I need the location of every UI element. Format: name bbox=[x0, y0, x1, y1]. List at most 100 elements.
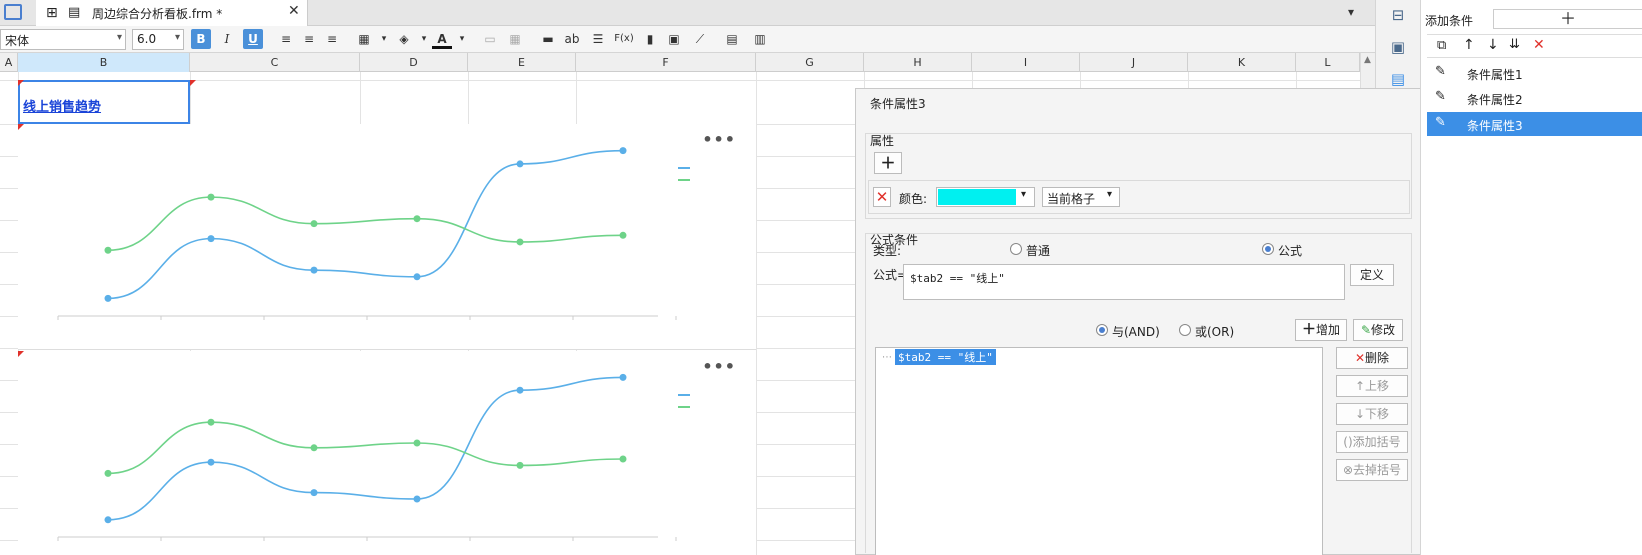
copy-icon[interactable]: ⧉ bbox=[1437, 38, 1446, 53]
paragraph-icon[interactable]: ☰ bbox=[588, 29, 608, 49]
move-bottom-icon[interactable]: ⇊ bbox=[1509, 37, 1520, 52]
font-name-select[interactable]: 宋体 ▾ bbox=[0, 29, 126, 50]
modify-label: 修改 bbox=[1371, 323, 1396, 337]
condition-item-2[interactable]: ✎ 条件属性2 bbox=[1427, 86, 1642, 110]
move-up-label: 上移 bbox=[1365, 379, 1390, 393]
align-center-icon[interactable]: ≡ bbox=[299, 29, 319, 49]
column-header-d[interactable]: D bbox=[360, 53, 468, 72]
data-point-s2-3 bbox=[310, 220, 318, 228]
format-toolbar: 宋体 ▾ 6.0 ▾ B I U ≡ ≡ ≡ ▦ ▾ ◈ ▾ A ▾ ▭ ▦ ▬… bbox=[0, 26, 1375, 53]
chevron-down-icon[interactable]: ▾ bbox=[414, 29, 434, 49]
column-header-a[interactable]: A bbox=[0, 53, 18, 72]
scope-value: 当前格子 bbox=[1047, 192, 1096, 206]
scope-select[interactable]: 当前格子 ▾ bbox=[1042, 187, 1120, 207]
type-normal-radio[interactable] bbox=[1010, 243, 1022, 255]
column-header-g[interactable]: G bbox=[756, 53, 864, 72]
column-header-h[interactable]: H bbox=[864, 53, 972, 72]
tree-line-icon: ⋯ bbox=[882, 352, 892, 363]
chevron-down-icon[interactable]: ▾ bbox=[374, 29, 394, 49]
formula-tool-button[interactable]: F(x) bbox=[612, 29, 636, 49]
insert-row-icon[interactable]: ▬ bbox=[538, 29, 558, 49]
app-menu-icon[interactable] bbox=[4, 4, 22, 20]
column-header-j[interactable]: J bbox=[1080, 53, 1188, 72]
chart-2[interactable]: ••• bbox=[18, 351, 756, 555]
font-size-select[interactable]: 6.0 ▾ bbox=[132, 29, 184, 50]
chart-1-plot bbox=[57, 147, 690, 320]
type-formula-radio[interactable] bbox=[1262, 243, 1274, 255]
column-header-e[interactable]: E bbox=[468, 53, 576, 72]
add-attribute-button[interactable]: ＋ bbox=[874, 152, 902, 174]
column-header-k[interactable]: K bbox=[1188, 53, 1296, 72]
column-header-c[interactable]: C bbox=[190, 53, 360, 72]
designer-window: ⊞ ▤ 周边综合分析看板.frm * ✕ ▾ 宋体 ▾ 6.0 ▾ B I U … bbox=[0, 0, 1642, 555]
edit-pen-icon: ✎ bbox=[1435, 89, 1446, 104]
arrow-up-icon[interactable]: ↑ bbox=[1463, 37, 1475, 53]
form-icon[interactable]: ▥ bbox=[750, 29, 770, 49]
sub-report-icon[interactable]: ▤ bbox=[722, 29, 742, 49]
chart-1[interactable]: ••• bbox=[18, 124, 756, 350]
align-right-icon[interactable]: ≡ bbox=[322, 29, 342, 49]
fill-color-icon[interactable]: ◈ bbox=[394, 29, 414, 49]
tab-document[interactable]: ⊞ ▤ 周边综合分析看板.frm * ✕ bbox=[36, 0, 308, 26]
chart-more-icon[interactable]: ••• bbox=[702, 130, 736, 149]
column-header-i[interactable]: I bbox=[972, 53, 1080, 72]
data-point-s2-2 bbox=[207, 418, 215, 426]
cell-attr-icon[interactable]: ▣ bbox=[1388, 38, 1408, 58]
tab-menu-icon[interactable]: ▾ bbox=[1348, 5, 1354, 19]
or-label: 或(OR) bbox=[1195, 325, 1235, 339]
data-point-s1-2 bbox=[207, 235, 215, 243]
column-header-l[interactable]: L bbox=[1296, 53, 1360, 72]
condition-item-1[interactable]: ✎ 条件属性1 bbox=[1427, 61, 1642, 85]
color-picker[interactable]: ▾ bbox=[936, 187, 1035, 207]
italic-button[interactable]: I bbox=[217, 29, 237, 49]
align-left-icon[interactable]: ≡ bbox=[276, 29, 296, 49]
delete-icon[interactable]: ✕ bbox=[1533, 37, 1545, 53]
border-icon[interactable]: ▦ bbox=[354, 29, 374, 49]
font-color-icon[interactable]: A bbox=[432, 29, 452, 49]
chevron-down-icon: ▾ bbox=[174, 32, 180, 43]
condition-list-item[interactable]: $tab2 == "线上" bbox=[895, 349, 996, 365]
close-tab-icon[interactable]: ✕ bbox=[288, 3, 300, 19]
add-condition-button[interactable]: ＋增加 bbox=[1295, 319, 1347, 341]
condition-list[interactable]: ⋯ $tab2 == "线上" bbox=[875, 347, 1323, 555]
remove-bracket-button[interactable]: ⊗去掉括号 bbox=[1336, 459, 1408, 481]
move-down-button[interactable]: ↓下移 bbox=[1336, 403, 1408, 425]
text-tool-button[interactable]: ab bbox=[562, 29, 582, 49]
data-point-s2-1 bbox=[104, 246, 112, 254]
delete-button[interactable]: ✕删除 bbox=[1336, 347, 1408, 369]
image-icon[interactable]: ▣ bbox=[664, 29, 684, 49]
add-bracket-button[interactable]: ()添加括号 bbox=[1336, 431, 1408, 453]
unmerge-cells-icon[interactable]: ▦ bbox=[505, 29, 525, 49]
formula-label: 公式= bbox=[873, 268, 908, 282]
slash-icon[interactable]: ⟋ bbox=[690, 29, 710, 49]
condition-item-3[interactable]: ✎ 条件属性3 bbox=[1427, 112, 1642, 136]
condition-attr-icon[interactable]: ▤ bbox=[1388, 70, 1408, 90]
add-condition-plus-button[interactable]: ＋ bbox=[1493, 9, 1642, 29]
define-button[interactable]: 定义 bbox=[1350, 264, 1394, 286]
formula-input[interactable]: $tab2 == "线上" bbox=[903, 264, 1345, 300]
remove-bracket-label: 去掉括号 bbox=[1353, 463, 1402, 477]
selected-cell-b2[interactable]: 线上销售趋势 bbox=[18, 80, 190, 124]
or-radio[interactable] bbox=[1179, 324, 1191, 336]
sheet-title-link[interactable]: 线上销售趋势 bbox=[23, 96, 101, 115]
remove-attribute-icon[interactable]: ✕ bbox=[873, 187, 891, 207]
layout-icon[interactable]: ⊟ bbox=[1388, 6, 1408, 26]
scroll-up-icon[interactable]: ▲ bbox=[1364, 55, 1371, 65]
merge-cells-icon[interactable]: ▭ bbox=[480, 29, 500, 49]
type-formula-label: 公式 bbox=[1278, 244, 1303, 258]
edit-pen-icon: ✎ bbox=[1435, 115, 1446, 130]
bold-button[interactable]: B bbox=[191, 29, 211, 49]
and-radio[interactable] bbox=[1096, 324, 1108, 336]
column-header-b[interactable]: B bbox=[18, 53, 190, 72]
arrow-down-icon[interactable]: ↓ bbox=[1487, 37, 1499, 53]
move-down-label: 下移 bbox=[1365, 407, 1390, 421]
column-header-f[interactable]: F bbox=[576, 53, 756, 72]
chart-icon[interactable]: ▮ bbox=[640, 29, 660, 49]
data-point-s1-1 bbox=[104, 516, 112, 524]
move-up-button[interactable]: ↑上移 bbox=[1336, 375, 1408, 397]
modify-button[interactable]: ✎修改 bbox=[1353, 319, 1403, 341]
chart-more-icon[interactable]: ••• bbox=[702, 357, 736, 376]
chevron-down-icon[interactable]: ▾ bbox=[452, 29, 472, 49]
plus-icon: ＋ bbox=[1301, 322, 1316, 338]
underline-button[interactable]: U bbox=[243, 29, 263, 49]
